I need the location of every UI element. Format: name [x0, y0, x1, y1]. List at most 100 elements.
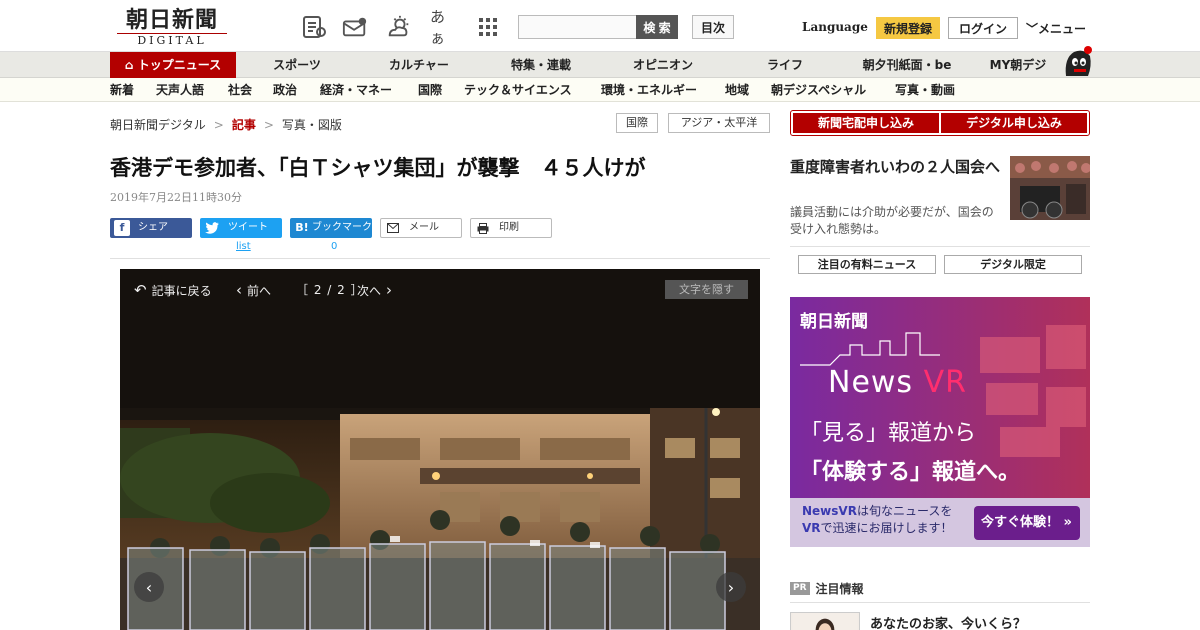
prev-photo-button[interactable]: ‹ 前へ — [236, 281, 271, 299]
prev-label: 前へ — [247, 283, 272, 298]
news-vr-ad[interactable]: 朝日新聞 News VR 「見る」報道から 「体験する」報道へ。 NewsVRは… — [790, 297, 1090, 547]
ad-desc-vr: VR — [802, 521, 821, 535]
asahi-logo[interactable]: 朝日新聞 DIGITAL — [117, 7, 227, 47]
search-button[interactable]: 検 索 — [636, 15, 678, 39]
nav-label: トップニュース — [137, 58, 222, 72]
tweet-count[interactable]: list — [236, 241, 251, 252]
facebook-icon: f — [114, 220, 130, 236]
photo-prev-arrow[interactable]: ‹ — [134, 572, 164, 602]
nav-society[interactable]: 社会 — [228, 78, 252, 102]
nav-politics[interactable]: 政治 — [273, 78, 297, 102]
digital-only-tab[interactable]: デジタル限定 — [944, 255, 1082, 274]
ad-description: NewsVRは旬なニュースを VRで迅速にお届けします！ — [802, 503, 982, 537]
breadcrumb-separator: > — [263, 118, 274, 132]
photo-next-arrow[interactable]: › — [716, 572, 746, 602]
nav-region[interactable]: 地域 — [725, 78, 749, 102]
ad-desc-2: で迅速にお届けします！ — [820, 521, 953, 535]
nav-culture[interactable]: カルチャー — [372, 52, 466, 78]
breadcrumb-home[interactable]: 朝日新聞デジタル — [110, 118, 206, 132]
ad-headline-2: 「体験する」報道へ。 — [800, 460, 1021, 485]
viewer-toolbar: ↶ 記事に戻る ‹ 前へ ［ 2 / 2 ］ 次へ › 文字を隠す — [120, 269, 760, 309]
side-story-title[interactable]: 重度障害者れいわの２人国会へ — [790, 156, 1002, 178]
news-photo — [120, 408, 760, 630]
tweet-button[interactable]: ツイート — [200, 218, 282, 238]
ad-cta-label: 今すぐ体験！ — [981, 515, 1060, 530]
paper-subscribe-button[interactable]: 新聞宅配申し込み — [792, 112, 940, 134]
nav-special[interactable]: 朝デジスペシャル — [771, 78, 866, 102]
premium-news-tab[interactable]: 注目の有料ニュース — [798, 255, 936, 274]
print-button[interactable]: 印刷 — [470, 218, 552, 238]
logo-japanese: 朝日新聞 — [125, 7, 218, 33]
nav-top-news[interactable]: ⌂ トップニュース — [110, 52, 236, 78]
twitter-icon — [204, 220, 220, 236]
ad-headline-1: 「見る」報道から — [800, 421, 977, 446]
chevron-down-icon: ﹀ — [1026, 22, 1039, 36]
pr-item-title[interactable]: あなたのお家、今いくら？ — [870, 613, 1026, 630]
nav-paper[interactable]: 朝夕刊紙面・be — [854, 52, 960, 78]
ad-try-now-button[interactable]: 今すぐ体験！ » — [974, 506, 1080, 540]
pr-thumbnail[interactable] — [790, 612, 860, 630]
pr-heading-label: 注目情報 — [815, 582, 864, 596]
ad-desc-1: は旬なニュースを — [856, 504, 953, 518]
return-icon: ↶ — [134, 281, 147, 299]
printer-icon — [475, 220, 491, 236]
nav-features[interactable]: 特集・連載 — [498, 52, 584, 78]
breadcrumb-article[interactable]: 記事 — [232, 118, 256, 132]
site-header: 朝日新聞 DIGITAL あぁ 検 索 目次 Language 新規登録 ログイ… — [0, 0, 1200, 52]
ad-news-vr-title: News VR — [828, 365, 967, 400]
next-photo-button[interactable]: 次へ › — [357, 281, 392, 299]
tag-international[interactable]: 国際 — [616, 113, 658, 133]
back-to-article-button[interactable]: ↶ 記事に戻る — [134, 281, 212, 299]
menu-button[interactable]: ﹀メニュー — [1026, 20, 1086, 37]
chevron-left-icon: ‹ — [236, 281, 242, 299]
hide-text-button[interactable]: 文字を隠す — [665, 280, 748, 299]
side-story-thumbnail[interactable] — [1010, 156, 1090, 220]
register-button[interactable]: 新規登録 — [876, 17, 940, 39]
nav-latest[interactable]: 新着 — [110, 78, 134, 102]
newspaper-icon[interactable] — [301, 14, 327, 40]
hatena-icon: B! — [295, 221, 309, 234]
pr-divider — [790, 602, 1090, 603]
nav-tensei[interactable]: 天声人語 — [156, 78, 204, 102]
digital-subscribe-button[interactable]: デジタル申し込み — [940, 112, 1088, 134]
nav-tech[interactable]: テック＆サイエンス — [464, 78, 572, 102]
ad-news-word: News — [828, 365, 914, 400]
font-size-icon[interactable]: あぁ — [430, 8, 456, 47]
back-label: 記事に戻る — [151, 283, 212, 298]
mascot-icon[interactable] — [1060, 44, 1094, 78]
article-date: 2019年7月22日11時30分 — [110, 191, 242, 204]
nav-environment[interactable]: 環境・エネルギー — [601, 78, 697, 102]
mail-label: メール — [409, 222, 439, 233]
login-button[interactable]: ログイン — [948, 17, 1018, 39]
grid-menu-icon[interactable] — [475, 14, 501, 40]
article-headline: 香港デモ参加者、「白Ｔシャツ集団」が襲撃 ４５人けが — [110, 156, 646, 180]
article-divider — [110, 258, 770, 259]
hatena-bookmark-button[interactable]: B! ブックマーク — [290, 218, 372, 238]
tag-asia-pacific[interactable]: アジア・太平洋 — [668, 113, 770, 133]
sub-nav: 新着 天声人語 社会 政治 経済・マネー 国際 テック＆サイエンス 環境・エネル… — [0, 78, 1200, 102]
search-input[interactable] — [518, 15, 638, 39]
bookmark-count: 0 — [331, 241, 338, 252]
nav-my-asahi[interactable]: MY朝デジ — [980, 52, 1056, 78]
nav-opinion[interactable]: オピニオン — [620, 52, 706, 78]
facebook-label: シェア — [138, 222, 168, 233]
main-nav: ⌂ トップニュース スポーツ カルチャー 特集・連載 オピニオン ライフ 朝夕刊… — [0, 52, 1200, 78]
facebook-share-button[interactable]: f シェア — [110, 218, 192, 238]
menu-label: メニュー — [1038, 22, 1087, 36]
breadcrumb: 朝日新聞デジタル > 記事 > 写真・図版 — [110, 116, 342, 133]
nav-economy[interactable]: 経済・マネー — [320, 78, 392, 102]
logo-english: DIGITAL — [117, 33, 227, 47]
mail-share-button[interactable]: メール — [380, 218, 462, 238]
language-link[interactable]: Language — [802, 20, 868, 34]
nav-international[interactable]: 国際 — [418, 78, 442, 102]
index-button[interactable]: 目次 — [692, 15, 734, 39]
mail-icon[interactable] — [342, 14, 368, 40]
print-label: 印刷 — [499, 222, 519, 233]
nav-life[interactable]: ライフ — [746, 52, 824, 78]
nav-photo-video[interactable]: 写真・動画 — [895, 78, 955, 102]
weather-icon[interactable] — [386, 14, 412, 40]
breadcrumb-current: 写真・図版 — [281, 118, 342, 132]
chevron-right-icon: › — [386, 281, 393, 299]
photo-viewer: ↶ 記事に戻る ‹ 前へ ［ 2 / 2 ］ 次へ › 文字を隠す ‹ › — [120, 269, 760, 630]
nav-sports[interactable]: スポーツ — [256, 52, 338, 78]
